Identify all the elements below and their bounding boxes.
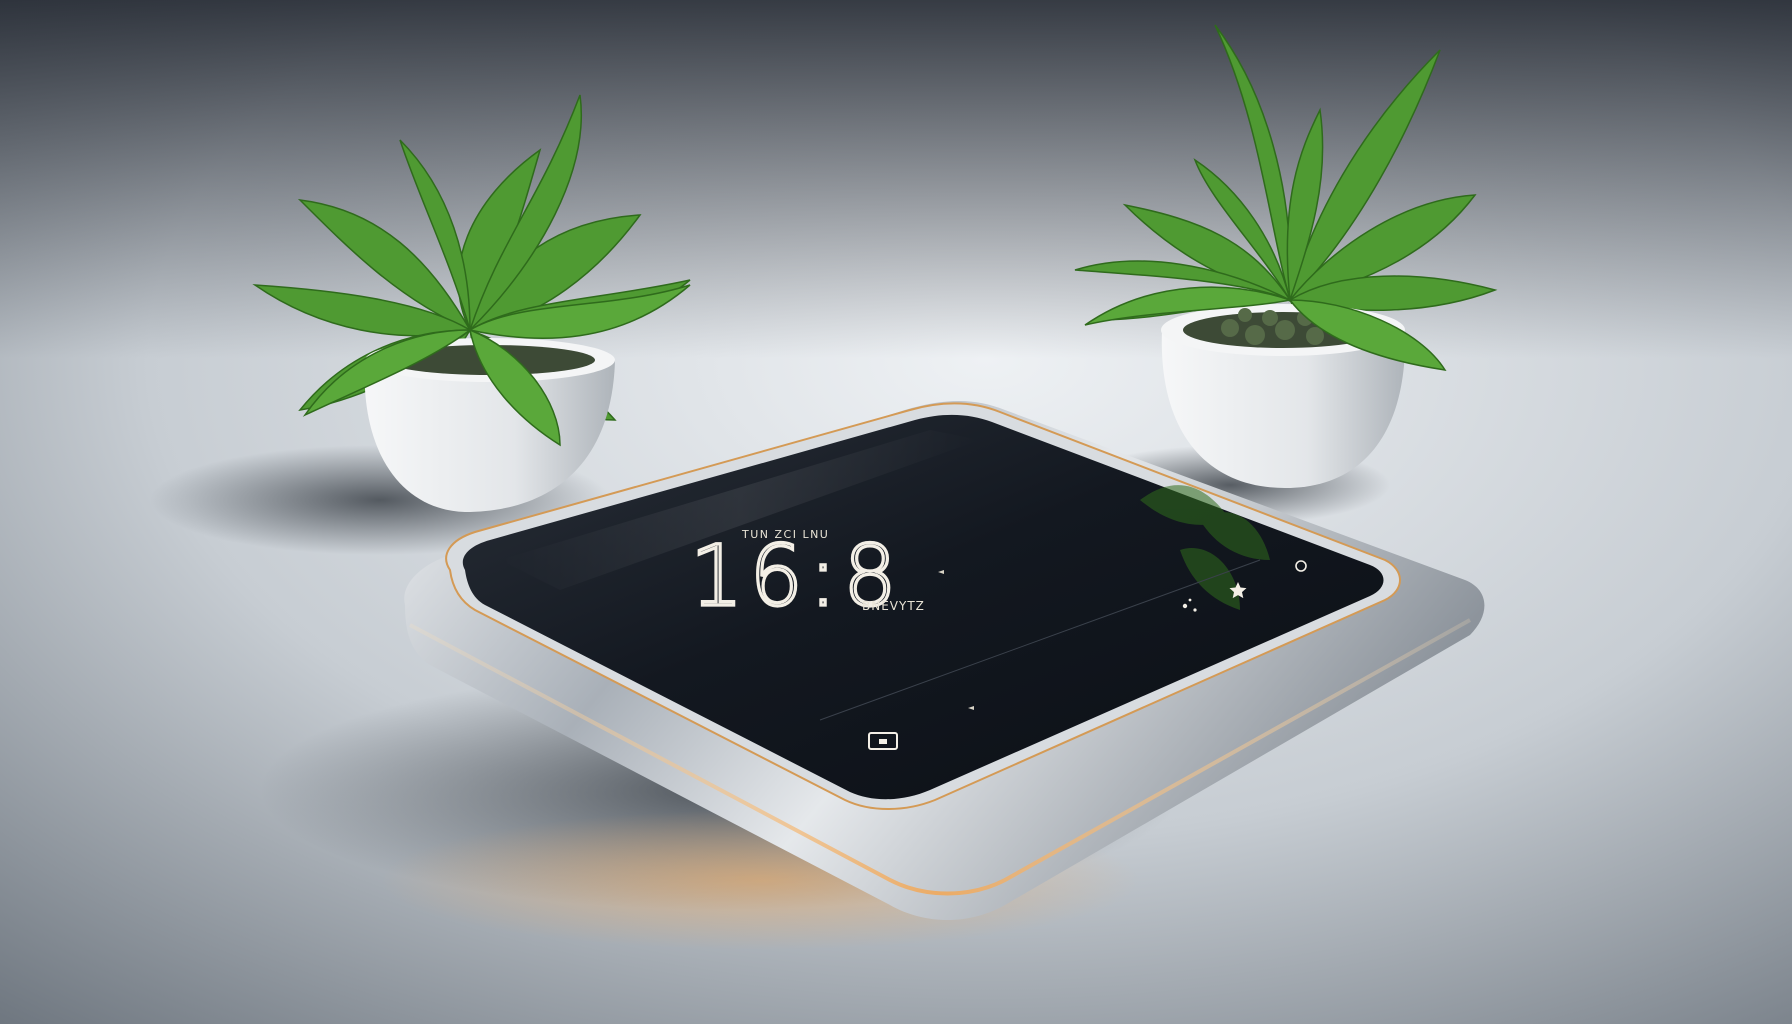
screen-sub-caption: BNEVYTZ (862, 599, 925, 613)
product-scene: TUN ZCI LNU 16:8 BNEVYTZ (0, 0, 1792, 1024)
square-icon-dot (879, 739, 887, 744)
